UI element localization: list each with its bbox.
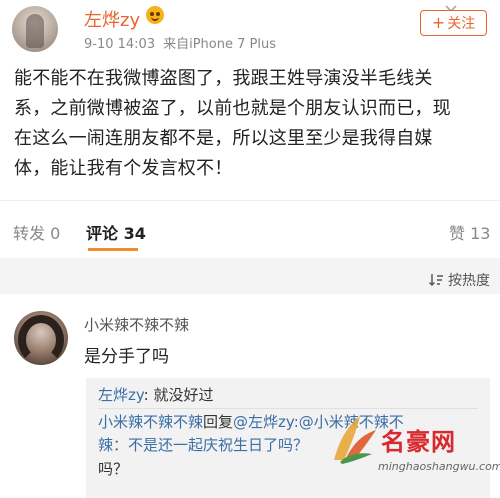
post-source: 来自iPhone 7 Plus <box>163 37 276 52</box>
follow-label: 关注 <box>447 16 476 32</box>
tab-like[interactable]: 赞 13 <box>449 220 490 244</box>
commenter-avatar[interactable] <box>14 311 68 365</box>
tab-comment[interactable]: 评论 34 <box>86 220 146 244</box>
reply-divider <box>98 408 478 409</box>
reply-text: 辣：不是还一起庆祝生日了吗？ <box>98 436 309 454</box>
comment-text: 是分手了吗 <box>84 347 169 367</box>
comment-author[interactable]: 小米辣不辣不辣 <box>84 314 189 335</box>
post-date: 9-10 14:03 <box>84 37 156 52</box>
tab-repost[interactable]: 转发 0 <box>13 220 60 244</box>
post-text-line: 系，之前微博被盗了，以前也就是个朋友认识而已，现 <box>14 98 451 119</box>
reply-author-link[interactable]: 小米辣不辣不辣 <box>98 413 203 431</box>
mention-link[interactable]: @左烨zy <box>233 413 294 431</box>
post-text-line: 能不能不在我微博盗图了，我跟王姓导演没半毛线关 <box>14 68 433 89</box>
follow-button[interactable]: + 关注 <box>420 10 487 36</box>
avatar[interactable] <box>12 6 58 52</box>
post-header: 左烨zy 9-10 14:03 来自iPhone 7 Plus + 关注 <box>0 0 500 60</box>
divider <box>0 200 500 201</box>
reply-item: 左烨zy: 就没好过 <box>98 384 214 407</box>
plus-icon: + <box>431 13 446 32</box>
watermark-url: minghaoshangwu.com <box>378 460 500 473</box>
reply-text-line: 辣：不是还一起庆祝生日了吗？ <box>98 434 308 457</box>
watermark-logo-icon <box>334 416 376 464</box>
active-tab-indicator <box>88 248 138 251</box>
sort-icon[interactable] <box>428 272 444 288</box>
reply-text: : 就没好过 <box>143 386 214 404</box>
post-meta: 9-10 14:03 来自iPhone 7 Plus <box>84 33 276 52</box>
post-text: 能不能不在我微博盗图了，我跟王姓导演没半毛线关 系，之前微博被盗了，以前也就是个… <box>14 64 490 184</box>
reply-text-line: 吗？ <box>98 460 129 478</box>
user-name[interactable]: 左烨zy <box>84 6 140 32</box>
sort-by-hot-button[interactable]: 按热度 <box>448 270 490 290</box>
reply-author-link[interactable]: 左烨zy <box>98 386 144 404</box>
post-text-line: 在这么一闹连朋友都不是，所以这里至少是我得自媒 <box>14 128 433 149</box>
post-text-line: 体，能让我有个发言权不！ <box>14 158 233 179</box>
emoji-face-icon <box>146 6 164 24</box>
reply-verb: 回复 <box>203 413 234 431</box>
watermark-title: 名豪网 <box>381 428 456 456</box>
sort-bar <box>0 258 500 294</box>
